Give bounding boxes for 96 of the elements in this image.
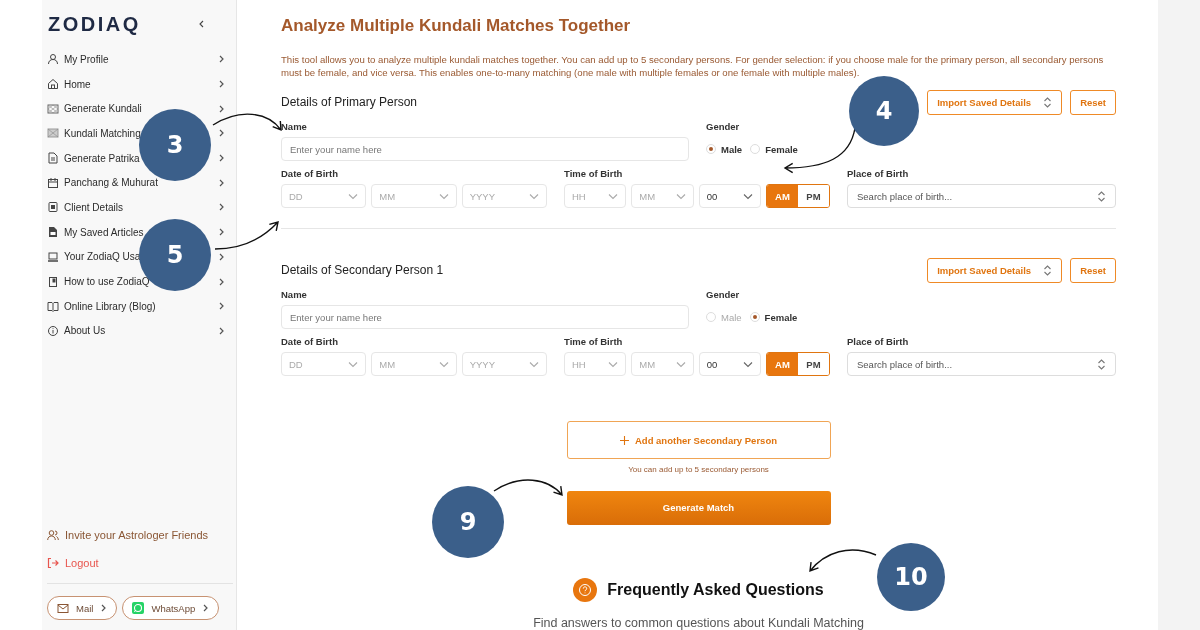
up-down-icon <box>1043 96 1053 108</box>
hint-text: You can add up to 5 secondary persons <box>628 464 769 474</box>
radio-option[interactable]: Female <box>749 311 798 323</box>
sidebar-item[interactable]: Online Library (Blog) <box>64 300 156 312</box>
section-heading: Details of Secondary Person 1 <box>281 263 444 278</box>
chart-grid-icon <box>47 127 59 140</box>
up-down-icon <box>1097 190 1106 202</box>
mail-button[interactable]: Mail <box>47 596 118 620</box>
chevron-right-icon <box>218 252 225 261</box>
dropdown-field[interactable]: 00 <box>698 352 761 377</box>
chevron-down-icon <box>675 192 686 200</box>
step-number: 10 <box>877 543 945 611</box>
chevron-down-icon <box>529 360 539 368</box>
field-label: Time of Birth <box>564 168 624 181</box>
arrow <box>214 221 279 250</box>
people-icon <box>47 529 59 541</box>
chevron-right-icon <box>218 326 225 335</box>
user-icon <box>47 53 59 66</box>
section-heading: Details of Primary Person <box>281 95 418 110</box>
open-book-icon <box>47 300 59 313</box>
arrow <box>212 113 282 131</box>
name-field[interactable]: Enter your name here <box>281 137 689 162</box>
logo-text: ZODIAQ <box>48 12 141 36</box>
mail-icon <box>57 602 69 614</box>
chevron-down-icon <box>743 192 753 200</box>
logout-icon <box>47 557 59 569</box>
step-number: 9 <box>432 486 504 558</box>
field-label: Name <box>281 121 308 134</box>
chevron-down-icon <box>608 360 619 368</box>
chevron-right-icon <box>218 203 225 212</box>
chevron-down-icon <box>743 360 753 368</box>
up-down-icon <box>1043 264 1053 276</box>
info-icon <box>47 324 59 337</box>
chevron-down-icon <box>529 192 539 200</box>
dropdown-field[interactable]: 00 <box>698 184 761 209</box>
sidebar-item[interactable]: Client Details <box>64 201 123 213</box>
place-search-field[interactable]: Search place of birth... <box>847 352 1116 377</box>
sidebar-item[interactable]: Generate Patrika <box>64 152 140 164</box>
place-search-field[interactable]: Search place of birth... <box>847 184 1116 209</box>
chevron-right-icon <box>218 55 225 64</box>
page-title: Analyze Multiple Kundali Matches Together <box>281 16 632 37</box>
chevron-right-icon <box>218 80 225 89</box>
chevron-right-icon <box>218 228 225 237</box>
chevron-down-icon <box>438 192 449 200</box>
logout-link[interactable]: Logout <box>47 549 229 577</box>
field-label: Gender <box>706 289 741 302</box>
sidebar-item[interactable]: About Us <box>64 325 106 337</box>
chevron-down-icon <box>675 360 686 368</box>
faq-subtitle: Find answers to common questions about Kundali Matching <box>533 616 864 630</box>
field-label: Place of Birth <box>847 336 910 349</box>
faq-heading: Frequently Asked Questions <box>607 581 824 599</box>
name-field[interactable]: Enter your name here <box>281 305 689 330</box>
chat-bubble-icon <box>132 602 145 614</box>
chevron-down-icon <box>348 192 359 200</box>
invite-link[interactable]: Invite your Astrologer Friends <box>47 521 229 549</box>
arrow <box>809 549 877 572</box>
chevron-right-icon <box>218 104 225 113</box>
sidebar-item[interactable]: Generate Kundali <box>64 103 142 115</box>
chevron-right-icon <box>218 154 225 163</box>
field-label: Place of Birth <box>847 168 910 181</box>
up-down-icon <box>1097 358 1106 370</box>
chevron-right-icon <box>202 604 210 612</box>
chevron-right-icon <box>218 129 225 138</box>
calendar-icon <box>47 176 59 189</box>
chevron-down-icon <box>608 192 619 200</box>
field-label: Gender <box>706 121 741 134</box>
chevron-right-icon <box>218 277 225 286</box>
home-icon <box>47 78 59 91</box>
arrow <box>493 479 563 496</box>
document-icon <box>47 226 59 239</box>
radio-option[interactable]: Female <box>750 143 798 155</box>
sidebar-item[interactable]: My Saved Articles <box>64 226 144 238</box>
book-icon <box>47 275 59 288</box>
card-icon <box>47 201 59 214</box>
whatsapp-button[interactable]: WhatsApp <box>122 596 220 620</box>
sidebar-item[interactable]: My Profile <box>64 53 109 65</box>
collapse-icon[interactable] <box>198 20 205 28</box>
chevron-down-icon <box>348 360 359 368</box>
sidebar-item[interactable]: Kundali Matching <box>64 127 141 139</box>
sidebar-item[interactable]: Home <box>64 78 91 90</box>
sidebar-item[interactable]: How to use ZodiaQ <box>64 276 150 288</box>
chevron-down-icon <box>438 360 449 368</box>
sidebar-item[interactable]: Your ZodiaQ Usa <box>64 251 141 263</box>
field-label: Date of Birth <box>281 336 339 349</box>
field-label: Time of Birth <box>564 336 624 349</box>
chevron-right-icon <box>218 302 225 311</box>
question-icon <box>573 578 598 602</box>
laptop-icon <box>47 250 59 263</box>
field-label: Date of Birth <box>281 168 339 181</box>
chart-grid-icon <box>47 102 59 115</box>
radio-option[interactable]: Male <box>706 143 743 155</box>
plus-icon <box>620 435 629 445</box>
document-icon <box>47 152 59 165</box>
field-label: Name <box>281 289 308 302</box>
chevron-right-icon <box>100 604 108 612</box>
chevron-right-icon <box>218 178 225 187</box>
